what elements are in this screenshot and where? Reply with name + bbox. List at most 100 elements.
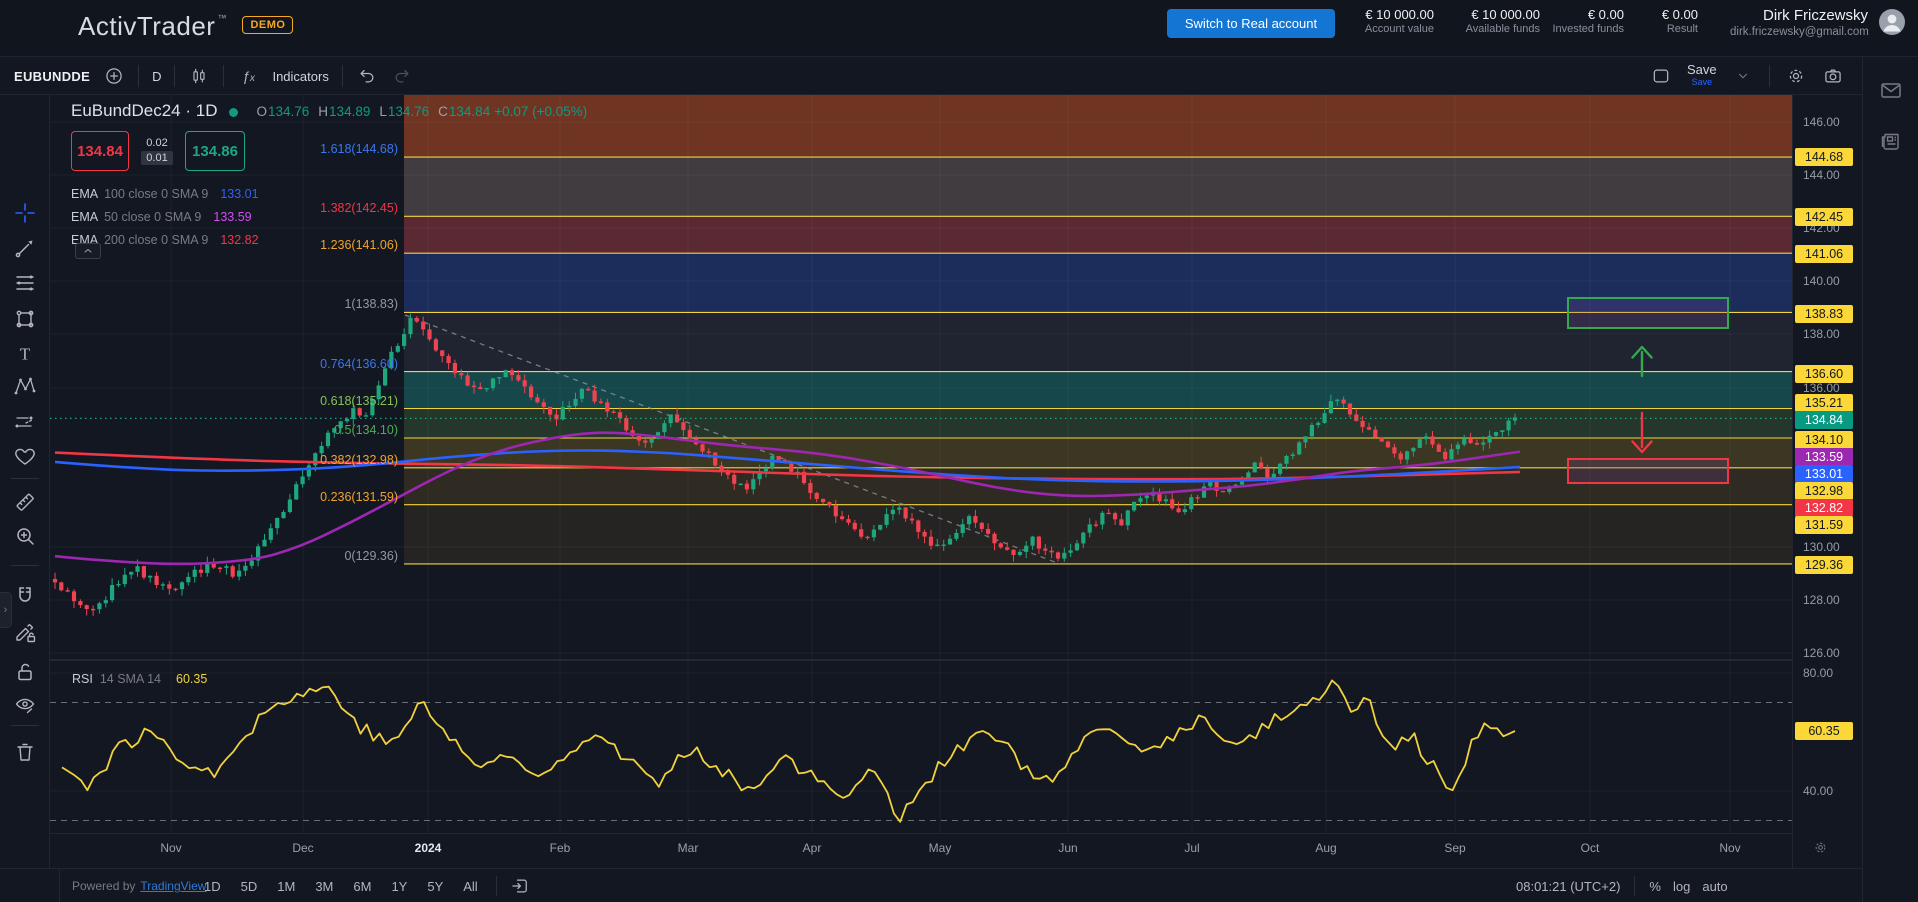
time-label: Oct [1581, 841, 1600, 855]
toolbar-divider [223, 65, 224, 87]
layout-icon[interactable] [1650, 65, 1672, 87]
fx-icon[interactable]: ƒx [237, 65, 259, 87]
collapse-legend-button[interactable] [75, 243, 101, 259]
range-button-1m[interactable]: 1M [271, 876, 301, 897]
undo-icon[interactable] [356, 65, 378, 87]
axis-tick: 140.00 [1803, 273, 1840, 289]
shapes-icon[interactable] [13, 307, 37, 331]
metric-label: Account value [1348, 23, 1434, 36]
toolbar-divider [138, 65, 139, 87]
axis-settings-gear-icon[interactable] [1813, 840, 1828, 860]
axis-tick: 128.00 [1803, 592, 1840, 608]
metric-value: € 10 000.00 [1446, 7, 1540, 23]
time-label: Dec [292, 841, 313, 855]
account-metric: € 10 000.00Account value [1348, 7, 1434, 36]
symbol-title[interactable]: EuBundDec24 · 1D [71, 101, 217, 121]
emoji-heart-icon[interactable] [13, 444, 37, 468]
ema-params: 50 close 0 SMA 9 [104, 210, 201, 224]
range-button-3m[interactable]: 3M [309, 876, 339, 897]
fib-lines-icon[interactable] [13, 271, 37, 295]
crosshair-icon[interactable] [13, 201, 37, 225]
range-button-5d[interactable]: 5D [235, 876, 264, 897]
price-chart[interactable]: EuBundDec24 · 1D O134.76H134.89L134.76C1… [50, 95, 1792, 833]
drawing-pencil-lock-icon[interactable] [13, 620, 37, 644]
timeframe-button[interactable]: D [152, 69, 161, 84]
settings-gear-icon[interactable] [1785, 65, 1807, 87]
axis-tick: 144.00 [1803, 167, 1840, 183]
ema-label: EMA [71, 210, 98, 224]
hide-drawings-eye-icon[interactable] [13, 693, 37, 717]
measure-ruler-icon[interactable] [13, 490, 37, 514]
ema-params: 100 close 0 SMA 9 [104, 187, 208, 201]
compare-add-icon[interactable] [103, 65, 125, 87]
ema-value: 133.01 [220, 187, 258, 201]
user-info[interactable]: Dirk Friczewsky dirk.friczewsky@gmail.co… [1730, 7, 1868, 39]
ema-legend-row[interactable]: EMA 50 close 0 SMA 9 133.59 [71, 205, 259, 228]
camera-icon[interactable] [1822, 65, 1844, 87]
range-button-1y[interactable]: 1Y [385, 876, 413, 897]
lock-all-icon[interactable] [13, 660, 37, 684]
redo-icon[interactable] [391, 65, 413, 87]
header: ActivTrader ™ DEMO Switch to Real accoun… [0, 0, 1918, 57]
symbol-button[interactable]: EUBUNDDE [14, 69, 90, 84]
chart-style-icon[interactable] [188, 65, 210, 87]
price-label-badge: 133.01 [1795, 465, 1853, 483]
long-position-box [1568, 298, 1728, 328]
range-button-6m[interactable]: 6M [347, 876, 377, 897]
indicators-button[interactable]: Indicators [272, 69, 328, 84]
avatar[interactable] [1878, 8, 1906, 36]
text-tool-icon[interactable]: T [13, 342, 37, 366]
mail-icon[interactable] [1879, 78, 1903, 102]
change-value: +0.07 (+0.05%) [494, 104, 587, 119]
scale-buttons: % logauto [1649, 879, 1727, 894]
range-button-all[interactable]: All [457, 876, 483, 897]
clock-label[interactable]: 08:01:21 (UTC+2) [1516, 879, 1620, 894]
save-button[interactable]: Save Save [1687, 64, 1717, 88]
remove-drawings-trash-icon[interactable] [13, 740, 37, 764]
drawing-toolbar: T › [0, 95, 50, 868]
metric-label: Available funds [1446, 23, 1540, 36]
price-label-badge: 132.82 [1795, 499, 1853, 517]
axis-tick: 126.00 [1803, 645, 1840, 661]
ema-value: 132.82 [220, 233, 258, 247]
range-button-5y[interactable]: 5Y [421, 876, 449, 897]
go-to-date-icon[interactable] [509, 875, 531, 897]
bottom-right-controls: 08:01:21 (UTC+2) % logauto [1516, 869, 1728, 902]
bottom-divider [59, 869, 60, 902]
forecast-tool-icon[interactable] [13, 410, 37, 434]
ema-legend-row[interactable]: EMA100 close 0 SMA 9133.01 [71, 182, 259, 205]
buy-ask-button[interactable]: 134.86 [185, 131, 245, 171]
scale-button-auto[interactable]: auto [1702, 879, 1727, 894]
time-axis[interactable]: NovDec2024FebMarAprMayJunJulAugSepOctNov [50, 833, 1792, 868]
expand-panel-tab[interactable]: › [0, 592, 12, 628]
short-position-box [1568, 459, 1728, 483]
sell-bid-button[interactable]: 134.84 [71, 131, 129, 171]
price-label-badge: 135.21 [1795, 394, 1853, 412]
range-button-1d[interactable]: 1D [198, 876, 227, 897]
zoom-in-icon[interactable] [13, 524, 37, 548]
chart-toolbar: EUBUNDDE D ƒx Indicators Save Save [0, 57, 1862, 95]
news-icon[interactable] [1879, 129, 1903, 153]
tradingview-link[interactable]: TradingView [140, 879, 206, 893]
scale-button-log[interactable]: log [1673, 879, 1690, 894]
time-label: Aug [1315, 841, 1336, 855]
time-label: Jul [1184, 841, 1199, 855]
price-axis[interactable]: 146.00144.00142.00140.00138.00136.00130.… [1792, 95, 1862, 868]
toolbar-divider [342, 65, 343, 87]
trend-line-icon[interactable] [13, 236, 37, 260]
metric-value: € 0.00 [1636, 7, 1698, 23]
pattern-xabcd-icon[interactable] [13, 374, 37, 398]
magnet-icon[interactable] [13, 584, 37, 608]
chart-canvas[interactable] [50, 95, 1792, 838]
metric-value: € 0.00 [1552, 7, 1624, 23]
bottom-toolbar: Powered by TradingView 1D5D1M3M6M1Y5YAll… [0, 868, 1862, 902]
rsi-value: 60.35 [176, 672, 207, 686]
rsi-line [62, 680, 1515, 821]
axis-tick: 146.00 [1803, 114, 1840, 130]
price-label-badge: 131.59 [1795, 516, 1853, 534]
scale-button-%[interactable]: % [1649, 879, 1661, 894]
axis-tick: 130.00 [1803, 539, 1840, 555]
chevron-down-icon[interactable] [1732, 65, 1754, 87]
ema-value: 133.59 [213, 210, 251, 224]
switch-to-real-account-button[interactable]: Switch to Real account [1167, 9, 1335, 38]
